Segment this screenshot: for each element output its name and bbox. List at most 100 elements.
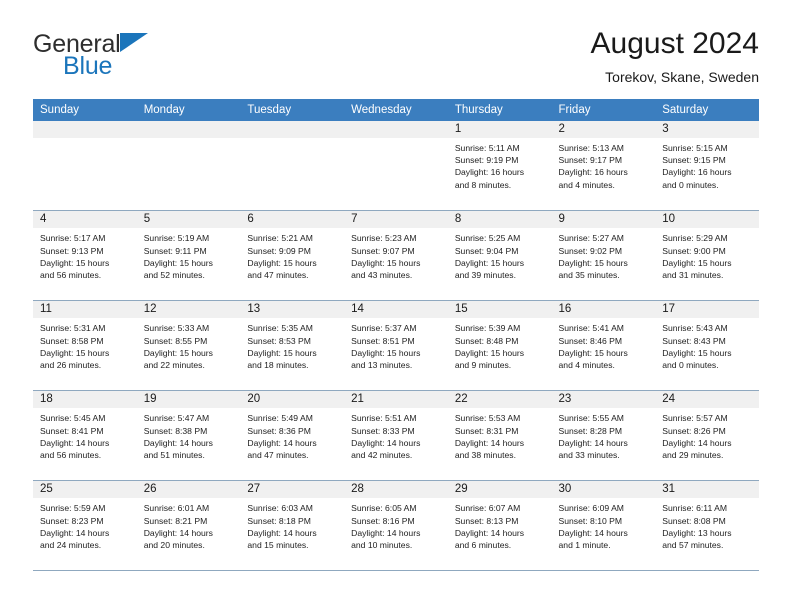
calendar-day-cell[interactable]: 10 Sunrise: 5:29 AM Sunset: 9:00 PM Dayligh… xyxy=(655,210,759,302)
day-sun-info: Sunrise: 5:53 AM Sunset: 8:31 PM Daylight:… xyxy=(448,408,552,461)
calendar-day-cell[interactable]: 22 Sunrise: 5:53 AM Sunset: 8:31 PM Dayligh… xyxy=(447,390,552,482)
calendar-day-cell[interactable]: 26 Sunrise: 6:01 AM Sunset: 8:21 PM Dayligh… xyxy=(136,480,241,572)
calendar-day-cell[interactable]: 25 Sunrise: 5:59 AM Sunset: 8:23 PM Dayligh… xyxy=(33,480,137,572)
page-title: August 2024 xyxy=(590,27,759,60)
sunset-text: Sunset: 8:13 PM xyxy=(454,515,519,526)
daylight-text-cont: and 10 minutes. xyxy=(351,540,413,550)
daylight-text: Daylight: 14 hours xyxy=(351,527,421,538)
calendar-day-cell[interactable]: 6 Sunrise: 5:21 AM Sunset: 9:09 PM Daylight… xyxy=(240,210,345,302)
calendar-body: 1 Sunrise: 5:11 AM Sunset: 9:19 PM Daylight… xyxy=(33,120,759,572)
day-sun-info: Sunrise: 6:07 AM Sunset: 8:13 PM Daylight:… xyxy=(448,498,552,551)
daylight-text-cont: and 47 minutes. xyxy=(247,450,309,460)
daylight-text: Daylight: 14 hours xyxy=(454,437,525,448)
calendar-day-cell[interactable]: 31 Sunrise: 6:11 AM Sunset: 8:08 PM Dayligh… xyxy=(655,480,759,572)
general-blue-logo[interactable]: General Blue xyxy=(33,28,233,79)
daylight-text: Daylight: 15 hours xyxy=(40,257,110,268)
day-number: 8 xyxy=(447,211,552,229)
day-sun-info: Sunrise: 5:35 AM Sunset: 8:53 PM Daylight:… xyxy=(240,318,344,371)
calendar-day-cell[interactable]: 8 Sunrise: 5:25 AM Sunset: 9:04 PM Daylight… xyxy=(447,210,552,302)
calendar-day-cell[interactable]: 3 Sunrise: 5:15 AM Sunset: 9:15 PM Daylight… xyxy=(655,120,759,212)
daylight-text: Daylight: 14 hours xyxy=(558,527,628,538)
sunset-text: Sunset: 8:55 PM xyxy=(143,335,208,346)
day-sun-info: Sunrise: 5:21 AM Sunset: 9:09 PM Daylight:… xyxy=(240,228,344,281)
calendar-day-cell[interactable]: 27 Sunrise: 6:03 AM Sunset: 8:18 PM Dayligh… xyxy=(240,480,345,572)
day-sun-info: Sunrise: 5:57 AM Sunset: 8:26 PM Daylight:… xyxy=(655,408,759,461)
daylight-text-cont: and 4 minutes. xyxy=(558,360,615,370)
page-header: General Blue August 2024 Torekov, Skane,… xyxy=(0,0,792,85)
day-number: 11 xyxy=(33,301,137,319)
weekday-header-sunday: Sunday xyxy=(33,98,137,121)
calendar-week-row: 4 Sunrise: 5:17 AM Sunset: 9:13 PM Daylight… xyxy=(33,210,759,302)
day-sun-info: Sunrise: 5:31 AM Sunset: 8:58 PM Daylight:… xyxy=(33,318,137,371)
calendar-day-cell[interactable]: 17 Sunrise: 5:43 AM Sunset: 8:43 PM Dayligh… xyxy=(655,300,759,392)
calendar-day-cell[interactable]: 24 Sunrise: 5:57 AM Sunset: 8:26 PM Dayligh… xyxy=(655,390,759,482)
day-number: 10 xyxy=(655,211,759,229)
daylight-text-cont: and 20 minutes. xyxy=(143,540,205,550)
calendar-day-cell[interactable]: 13 Sunrise: 5:35 AM Sunset: 8:53 PM Dayligh… xyxy=(240,300,345,392)
calendar-day-cell[interactable]: 23 Sunrise: 5:55 AM Sunset: 8:28 PM Dayligh… xyxy=(551,390,656,482)
sunset-text: Sunset: 8:41 PM xyxy=(40,425,104,436)
calendar-day-cell[interactable]: 1 Sunrise: 5:11 AM Sunset: 9:19 PM Daylight… xyxy=(447,120,552,212)
daylight-text-cont: and 52 minutes. xyxy=(143,270,205,280)
sunrise-text: Sunrise: 6:03 AM xyxy=(247,503,313,514)
calendar-day-cell[interactable]: 21 Sunrise: 5:51 AM Sunset: 8:33 PM Dayligh… xyxy=(344,390,448,482)
calendar-day-cell[interactable]: 12 Sunrise: 5:33 AM Sunset: 8:55 PM Dayligh… xyxy=(136,300,241,392)
day-sun-info: Sunrise: 5:47 AM Sunset: 8:38 PM Daylight:… xyxy=(137,408,241,461)
sunrise-text: Sunrise: 5:35 AM xyxy=(247,323,313,334)
calendar-day-cell[interactable]: 29 Sunrise: 6:07 AM Sunset: 8:13 PM Dayligh… xyxy=(447,480,552,572)
sunset-text: Sunset: 8:21 PM xyxy=(143,515,208,526)
calendar-day-cell[interactable]: 20 Sunrise: 5:49 AM Sunset: 8:36 PM Dayligh… xyxy=(240,390,345,482)
sunset-text: Sunset: 8:58 PM xyxy=(40,335,104,346)
sunset-text: Sunset: 8:43 PM xyxy=(662,335,726,346)
calendar-day-cell[interactable]: 9 Sunrise: 5:27 AM Sunset: 9:02 PM Daylight… xyxy=(551,210,656,302)
calendar-cell-empty xyxy=(344,120,448,212)
logo-text-blue: Blue xyxy=(63,52,113,80)
calendar-day-cell[interactable]: 2 Sunrise: 5:13 AM Sunset: 9:17 PM Daylight… xyxy=(551,120,656,212)
daylight-text-cont: and 0 minutes. xyxy=(662,360,719,370)
day-number: 17 xyxy=(655,301,759,319)
daylight-text: Daylight: 15 hours xyxy=(662,257,732,268)
day-sun-info: Sunrise: 5:25 AM Sunset: 9:04 PM Daylight:… xyxy=(448,228,552,281)
day-sun-info: Sunrise: 5:55 AM Sunset: 8:28 PM Daylight:… xyxy=(552,408,656,461)
calendar-day-cell[interactable]: 19 Sunrise: 5:47 AM Sunset: 8:38 PM Dayligh… xyxy=(136,390,241,482)
sunset-text: Sunset: 9:17 PM xyxy=(558,155,623,166)
day-number: 30 xyxy=(551,481,656,499)
sunset-text: Sunset: 8:28 PM xyxy=(558,425,623,436)
daylight-text-cont: and 13 minutes. xyxy=(351,360,413,370)
daylight-text: Daylight: 14 hours xyxy=(143,437,213,448)
daylight-text-cont: and 39 minutes. xyxy=(454,270,516,280)
daylight-text-cont: and 18 minutes. xyxy=(247,360,309,370)
sunrise-text: Sunrise: 6:11 AM xyxy=(662,503,728,514)
calendar-day-cell[interactable]: 30 Sunrise: 6:09 AM Sunset: 8:10 PM Dayligh… xyxy=(551,480,656,572)
daylight-text: Daylight: 14 hours xyxy=(454,527,525,538)
calendar-day-cell[interactable]: 16 Sunrise: 5:41 AM Sunset: 8:46 PM Dayligh… xyxy=(551,300,656,392)
day-sun-info: Sunrise: 5:29 AM Sunset: 9:00 PM Daylight:… xyxy=(655,228,759,281)
daylight-text: Daylight: 15 hours xyxy=(40,347,110,358)
sunrise-text: Sunrise: 5:45 AM xyxy=(40,413,106,424)
daylight-text: Daylight: 14 hours xyxy=(662,437,732,448)
sunset-text: Sunset: 9:15 PM xyxy=(662,155,726,166)
sunrise-text: Sunrise: 5:47 AM xyxy=(143,413,210,424)
calendar-day-cell[interactable]: 14 Sunrise: 5:37 AM Sunset: 8:51 PM Dayligh… xyxy=(344,300,448,392)
sunset-text: Sunset: 8:16 PM xyxy=(351,515,415,526)
calendar-day-cell[interactable]: 7 Sunrise: 5:23 AM Sunset: 9:07 PM Daylight… xyxy=(344,210,448,302)
calendar-day-cell[interactable]: 4 Sunrise: 5:17 AM Sunset: 9:13 PM Daylight… xyxy=(33,210,137,302)
day-number: 16 xyxy=(551,301,656,319)
sunset-text: Sunset: 8:46 PM xyxy=(558,335,623,346)
weekday-header-monday: Monday xyxy=(136,98,241,121)
calendar-day-cell[interactable]: 18 Sunrise: 5:45 AM Sunset: 8:41 PM Dayligh… xyxy=(33,390,137,482)
day-sun-info: Sunrise: 5:59 AM Sunset: 8:23 PM Daylight:… xyxy=(33,498,137,551)
calendar-day-cell[interactable]: 11 Sunrise: 5:31 AM Sunset: 8:58 PM Dayligh… xyxy=(33,300,137,392)
sunrise-text: Sunrise: 5:39 AM xyxy=(454,323,521,334)
calendar-day-cell[interactable]: 15 Sunrise: 5:39 AM Sunset: 8:48 PM Dayligh… xyxy=(447,300,552,392)
daylight-text: Daylight: 15 hours xyxy=(247,347,317,358)
calendar-page: General Blue August 2024 Torekov, Skane,… xyxy=(0,0,792,612)
daylight-text: Daylight: 16 hours xyxy=(662,167,732,178)
sunrise-text: Sunrise: 6:01 AM xyxy=(143,503,210,514)
calendar-cell-empty xyxy=(240,120,345,212)
weekday-header-friday: Friday xyxy=(551,98,656,121)
day-number: 13 xyxy=(240,301,345,319)
calendar-day-cell[interactable]: 28 Sunrise: 6:05 AM Sunset: 8:16 PM Dayligh… xyxy=(344,480,448,572)
day-sun-info: Sunrise: 5:23 AM Sunset: 9:07 PM Daylight:… xyxy=(344,228,448,281)
calendar-day-cell[interactable]: 5 Sunrise: 5:19 AM Sunset: 9:11 PM Daylight… xyxy=(136,210,241,302)
